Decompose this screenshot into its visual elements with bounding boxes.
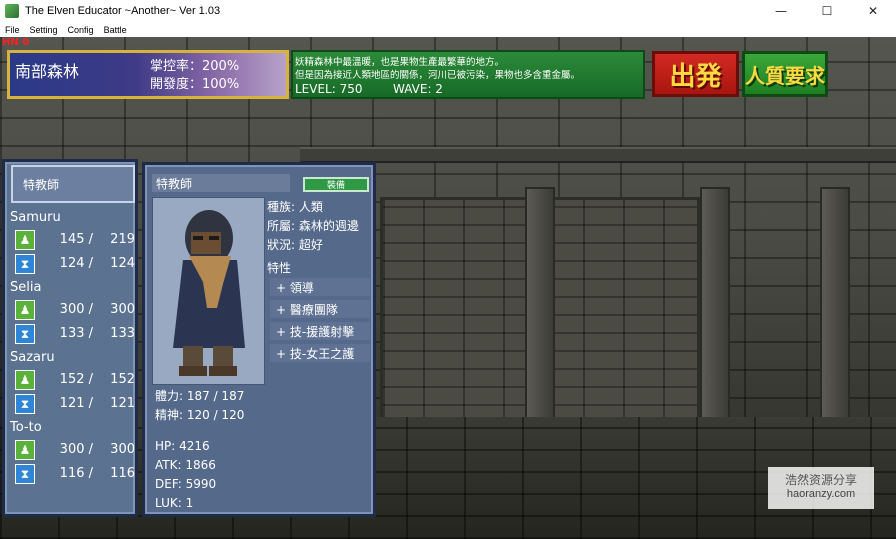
character-portrait [152,197,265,385]
mp-row: ⧗ 121 / 121 [15,394,137,414]
menu-bar: File Setting Config Battle [0,22,896,37]
hp-value: 145 / [59,232,93,247]
hp-value: 152 / [59,372,93,387]
dungeon-pillar [525,187,555,427]
hp-max: 300 [110,302,135,317]
mp-value: 133 / [59,326,93,341]
member-name[interactable]: To-to [10,420,42,435]
status-text: 狀況: 超好 [267,238,323,252]
hp-row: ♟ 145 / 219 [15,230,137,250]
menu-battle[interactable]: Battle [104,25,127,35]
window-title: The Elven Educator ~Another~ Ver 1.03 [25,5,221,17]
member-name[interactable]: Selia [10,280,41,295]
control-rate: 掌控率：200% [150,59,240,74]
luk-stat: LUK: 1 [155,496,194,510]
hourglass-icon: ⧗ [15,394,35,414]
mp-max: 133 [110,326,135,341]
trait-item[interactable]: + 技-女王之護 [270,344,370,362]
traits-label: 特性 [267,261,292,275]
party-tab[interactable]: 特教師 [11,165,135,203]
character-name: 特教師 [152,174,290,192]
hp-row: ♟ 300 / 300 [15,440,137,460]
minimize-button[interactable]: — [758,0,804,22]
app-icon [5,4,19,18]
menu-file[interactable]: File [5,25,20,35]
hostage-request-button[interactable]: 人質要求 [742,51,828,97]
close-button[interactable]: ✕ [850,0,896,22]
person-icon: ♟ [15,370,35,390]
party-panel: 特教師 Samuru ♟ 145 / 219 ⧗ 124 / 124 Selia… [2,159,138,517]
spirit-text: 精神: 120 / 120 [155,408,245,422]
hp-value: 300 / [59,442,93,457]
hp-value: 300 / [59,302,93,317]
ceiling-beam [300,147,896,163]
member-name[interactable]: Samuru [10,210,61,225]
title-bar: The Elven Educator ~Another~ Ver 1.03 — … [0,0,896,22]
watermark: 浩然资源分享 haoranzy.com [768,467,874,509]
watermark-url: haoranzy.com [786,488,856,500]
race-text: 種族: 人類 [267,200,323,214]
game-screen: HN 0 南部森林 掌控率：200% 開發度：100% 妖精森林中最溫暖，也是果… [0,37,896,539]
level-text: LEVEL: 750 [295,82,363,96]
depart-button[interactable]: 出発 [652,51,739,97]
hp-row: ♟ 152 / 152 [15,370,137,390]
equip-button[interactable]: 裝備 [303,177,369,192]
hp-max: 219 [110,232,135,247]
area-description-panel: 妖精森林中最溫暖，也是果物生產最繁華的地方。 但是因為接近人類地區的關係，河川已… [291,50,645,99]
watermark-cn: 浩然资源分享 [784,473,857,487]
stamina-text: 體力: 187 / 187 [155,389,245,403]
wave-text: WAVE: 2 [393,82,443,96]
hooded-character-sprite [173,210,245,376]
development-rate: 開發度：100% [150,77,240,92]
description-line: 但是因為接近人類地區的關係，河川已被污染，果物也多含重金屬。 [295,70,581,81]
def-stat: DEF: 5990 [155,477,217,491]
mp-row: ⧗ 116 / 116 [15,464,137,484]
hourglass-icon: ⧗ [15,324,35,344]
person-icon: ♟ [15,230,35,250]
person-icon: ♟ [15,300,35,320]
hourglass-icon: ⧗ [15,464,35,484]
hp-max: 152 [110,372,135,387]
hp-stat: HP: 4216 [155,439,210,453]
mp-max: 124 [110,256,135,271]
mp-value: 124 / [59,256,93,271]
character-detail-panel: 特教師 裝備 種族: 人類 所屬: 森林的週邊 狀況: 超好 特性 + 領導 +… [142,162,376,517]
area-panel: 南部森林 掌控率：200% 開發度：100% [7,50,289,99]
atk-stat: ATK: 1866 [155,458,216,472]
hp-row: ♟ 300 / 300 [15,300,137,320]
menu-setting[interactable]: Setting [30,25,58,35]
mp-value: 116 / [59,466,93,481]
hourglass-icon: ⧗ [15,254,35,274]
dungeon-pillar [820,187,850,427]
trait-item[interactable]: + 領導 [270,278,370,296]
menu-config[interactable]: Config [68,25,94,35]
dungeon-pillar [700,187,730,427]
mp-max: 116 [110,466,135,481]
trait-item[interactable]: + 醫療團隊 [270,300,370,318]
person-icon: ♟ [15,440,35,460]
hud-corner-text: HN 0 [2,37,30,48]
mp-row: ⧗ 124 / 124 [15,254,137,274]
hp-max: 300 [110,442,135,457]
member-name[interactable]: Sazaru [10,350,55,365]
mp-max: 121 [110,396,135,411]
trait-item[interactable]: + 技-援護射擊 [270,322,370,340]
description-line: 妖精森林中最溫暖，也是果物生產最繁華的地方。 [295,57,505,68]
maximize-button[interactable]: ☐ [804,0,850,22]
area-name: 南部森林 [15,62,80,81]
mp-row: ⧗ 133 / 133 [15,324,137,344]
mp-value: 121 / [59,396,93,411]
affiliation-text: 所屬: 森林的週邊 [267,219,359,233]
